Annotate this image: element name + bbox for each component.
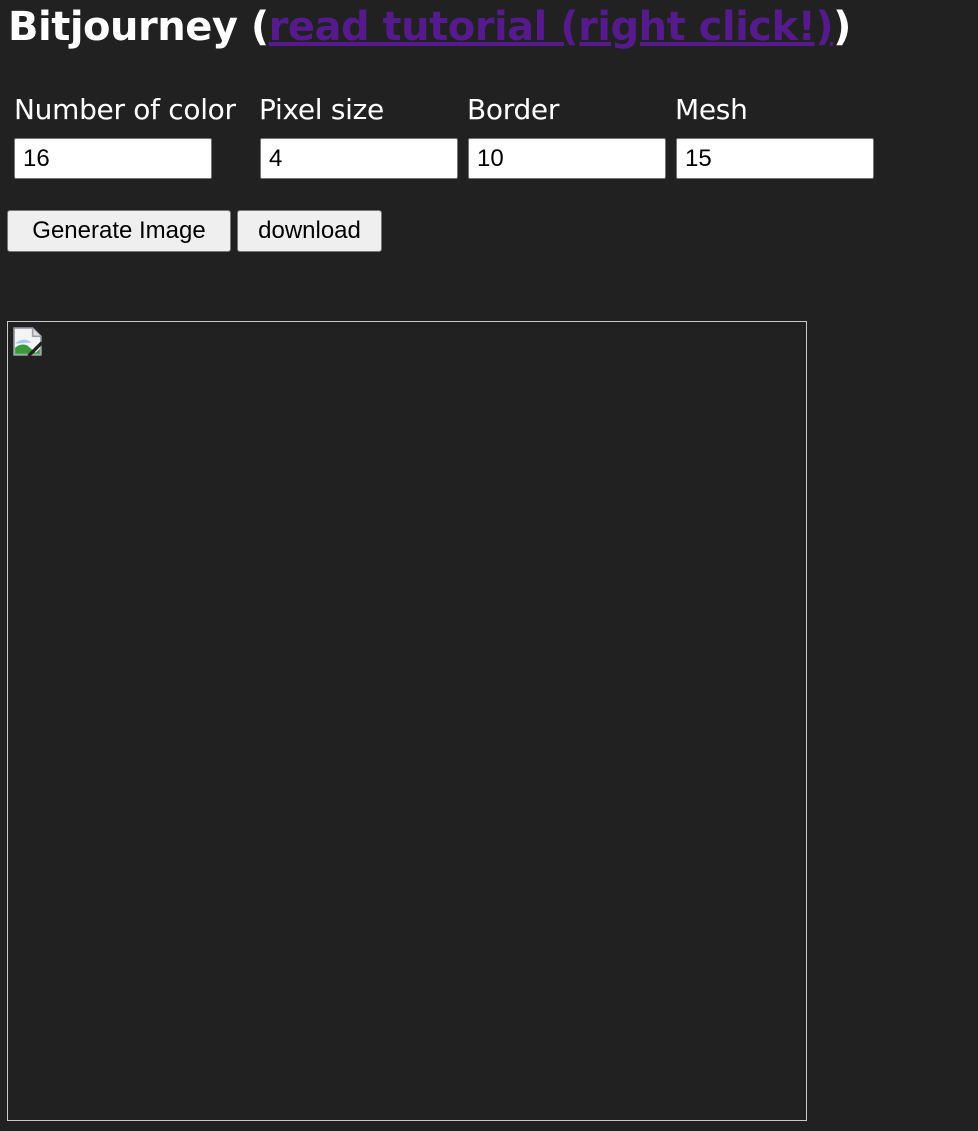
pixel-size-label: Pixel size xyxy=(259,93,384,126)
generated-image-frame xyxy=(7,321,807,1121)
page-title: Bitjourney (read tutorial (right click!)… xyxy=(8,0,851,54)
pixel-size-input[interactable] xyxy=(260,138,458,179)
broken-image-icon xyxy=(13,327,44,358)
number-of-color-label: Number of color xyxy=(14,93,236,126)
open-paren: ( xyxy=(237,4,269,50)
mesh-label: Mesh xyxy=(675,93,748,126)
close-paren: ) xyxy=(833,4,851,50)
mesh-input[interactable] xyxy=(676,138,874,179)
border-input[interactable] xyxy=(468,138,666,179)
app-name: Bitjourney xyxy=(8,4,238,50)
generate-image-button[interactable]: Generate Image xyxy=(7,210,231,252)
download-button[interactable]: download xyxy=(237,210,382,252)
border-label: Border xyxy=(467,93,560,126)
number-of-color-input[interactable] xyxy=(14,138,212,179)
tutorial-link[interactable]: read tutorial (right click!) xyxy=(269,4,834,50)
